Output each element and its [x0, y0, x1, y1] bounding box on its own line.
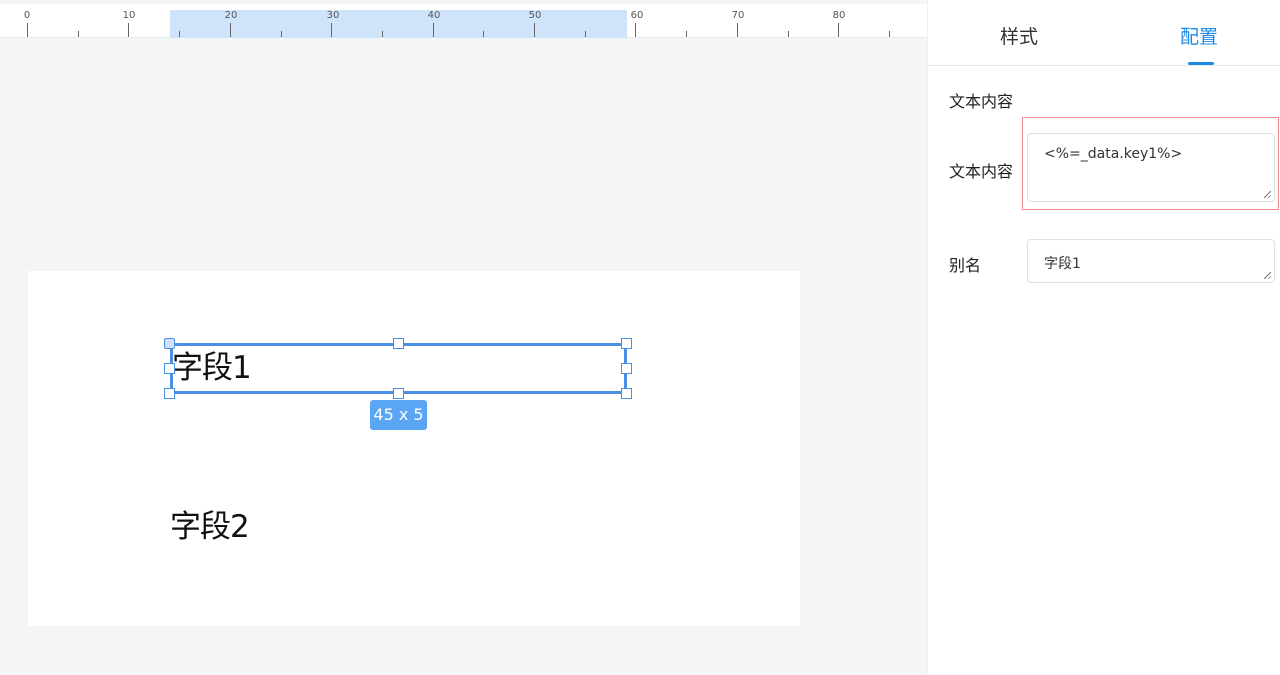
panel-tabs: 样式 配置 [928, 0, 1280, 66]
alias-label: 别名 [949, 256, 982, 275]
ruler-label-70: 70 [731, 10, 745, 21]
ruler-minor-tick [686, 31, 687, 37]
design-workspace[interactable]: 0 10 20 30 40 50 60 70 80 字段1 字段2 45 x 5 [0, 0, 927, 675]
ruler-major-tick [331, 23, 332, 37]
ruler-minor-tick [281, 31, 282, 37]
ruler-major-tick [838, 23, 839, 37]
ruler-label-60: 60 [630, 10, 644, 21]
report-page[interactable]: 字段1 字段2 45 x 5 [28, 271, 800, 626]
ruler-major-tick [635, 23, 636, 37]
resize-handle-bottom-right[interactable] [621, 388, 632, 399]
ruler-major-tick [128, 23, 129, 37]
ruler-label-30: 30 [326, 10, 340, 21]
ruler-minor-tick [483, 31, 484, 37]
resize-grip-icon[interactable] [1264, 191, 1271, 198]
alias-value: 字段1 [1044, 256, 1081, 272]
ruler-minor-tick [788, 31, 789, 37]
ruler-major-tick [737, 23, 738, 37]
ruler-label-0: 0 [23, 10, 31, 21]
tab-config[interactable]: 配置 [1180, 22, 1218, 49]
ruler-label-20: 20 [224, 10, 238, 21]
ruler-major-tick [433, 23, 434, 37]
ruler-minor-tick [179, 31, 180, 37]
ruler-major-tick [534, 23, 535, 37]
text-field-2[interactable]: 字段2 [170, 501, 250, 546]
horizontal-ruler: 0 10 20 30 40 50 60 70 80 [0, 4, 927, 38]
size-badge: 45 x 5 [370, 400, 427, 430]
resize-handle-bottom[interactable] [393, 388, 404, 399]
properties-panel: 样式 配置 文本内容 文本内容 <%=_data.key1%> 别名 字段1 [927, 0, 1280, 675]
resize-grip-icon[interactable] [1264, 272, 1271, 279]
ruler-label-50: 50 [528, 10, 542, 21]
resize-handle-left[interactable] [164, 363, 175, 374]
ruler-label-10: 10 [122, 10, 136, 21]
ruler-minor-tick [78, 31, 79, 37]
ruler-label-40: 40 [427, 10, 441, 21]
active-tab-indicator [1188, 62, 1214, 65]
section-title: 文本内容 [949, 92, 1014, 111]
resize-handle-top[interactable] [393, 338, 404, 349]
resize-handle-top-right[interactable] [621, 338, 632, 349]
resize-handle-right[interactable] [621, 363, 632, 374]
report-designer: 0 10 20 30 40 50 60 70 80 字段1 字段2 45 x 5 [0, 0, 1280, 675]
selection-box[interactable] [170, 343, 627, 394]
content-value: <%=_data.key1%> [1044, 146, 1183, 162]
ruler-label-80: 80 [832, 10, 846, 21]
resize-handle-bottom-left[interactable] [164, 388, 175, 399]
ruler-minor-tick [382, 31, 383, 37]
ruler-major-tick [230, 23, 231, 37]
ruler-selection-highlight [170, 10, 627, 38]
ruler-major-tick [27, 23, 28, 37]
selection-origin-handle[interactable] [164, 338, 175, 349]
tab-style[interactable]: 样式 [1000, 22, 1038, 49]
ruler-minor-tick [585, 31, 586, 37]
alias-textarea[interactable]: 字段1 [1027, 239, 1275, 283]
content-label: 文本内容 [949, 162, 1014, 181]
content-textarea[interactable]: <%=_data.key1%> [1027, 133, 1275, 202]
ruler-minor-tick [889, 31, 890, 37]
